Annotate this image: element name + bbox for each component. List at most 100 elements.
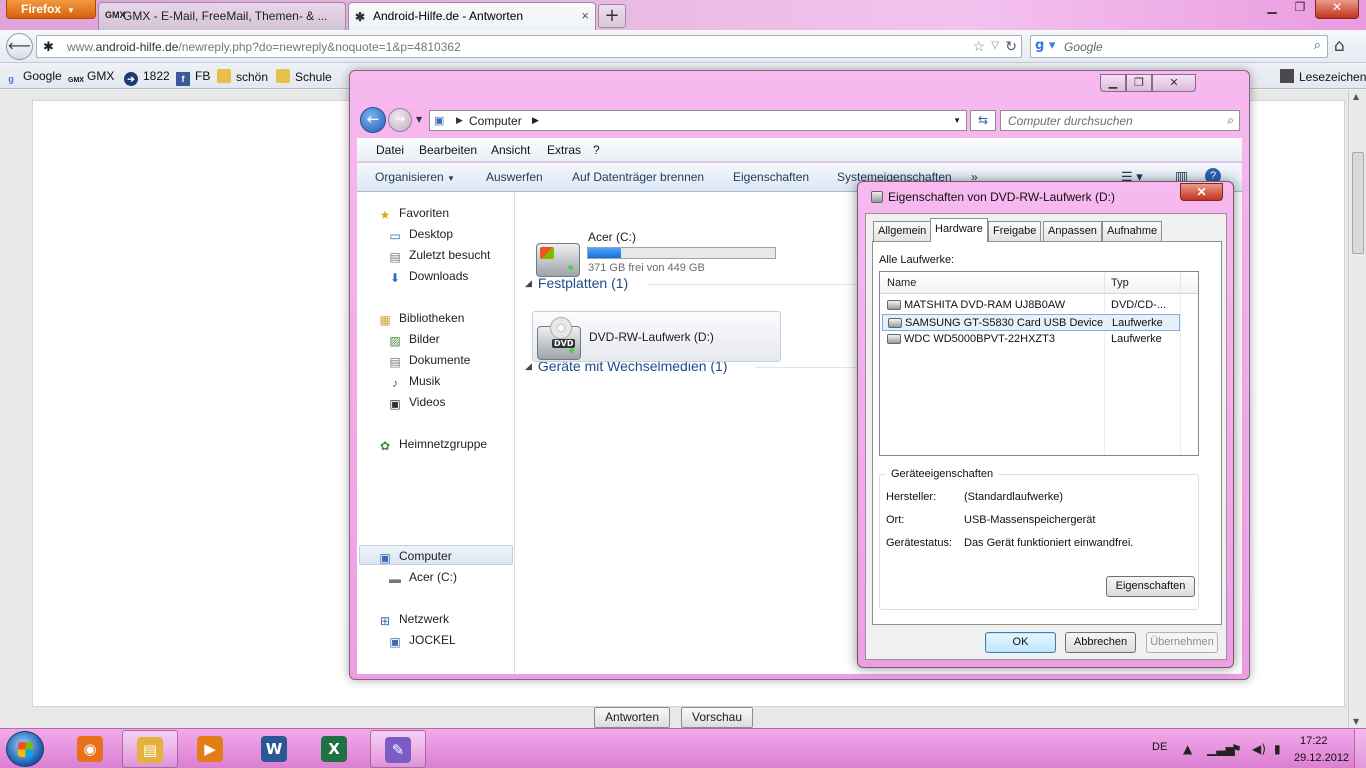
new-tab-button[interactable]: +: [598, 4, 626, 28]
explorer-address-bar[interactable]: ▣ ▶ Computer ▶ ▼: [429, 110, 967, 131]
tab-gmx[interactable]: GMX GMX - E-Mail, FreeMail, Themen- & ..…: [98, 2, 346, 30]
preview-button[interactable]: Vorschau: [681, 707, 754, 728]
tab-allgemein[interactable]: Allgemein: [873, 221, 932, 241]
explorer-search-input[interactable]: Computer durchsuchen ⌕: [1000, 110, 1240, 131]
tab-hardware[interactable]: Hardware: [930, 218, 988, 242]
minimize-button[interactable]: ▁: [1259, 0, 1285, 19]
menu-datei[interactable]: Datei: [376, 143, 404, 157]
nav-documents[interactable]: ▤ Dokumente: [387, 353, 470, 369]
ok-button[interactable]: OK: [985, 632, 1056, 653]
page-scrollbar[interactable]: ▲ ▼: [1348, 90, 1366, 728]
cmd-brennen[interactable]: Auf Datenträger brennen: [572, 170, 704, 184]
drive-row[interactable]: WDC WD5000BPVT-22HXZT3 Laufwerke: [882, 331, 1180, 348]
column-header-type[interactable]: Typ: [1111, 277, 1129, 289]
maximize-button[interactable]: ❐: [1289, 0, 1311, 19]
history-dropdown-icon[interactable]: ▽: [991, 40, 999, 51]
close-tab-icon[interactable]: ×: [581, 8, 589, 23]
dialog-close-button[interactable]: ✕: [1180, 183, 1223, 201]
explorer-close-button[interactable]: ✕: [1152, 74, 1196, 92]
site-identity-icon[interactable]: ✱: [43, 39, 54, 55]
clock-date[interactable]: 29.12.2012: [1294, 752, 1349, 764]
nav-recent[interactable]: ▤ Zuletzt besucht: [387, 248, 490, 264]
device-properties-button[interactable]: Eigenschaften: [1106, 576, 1195, 597]
tab-aufnahme[interactable]: Aufnahme: [1102, 221, 1163, 241]
bookmarks-menu[interactable]: Lesezeichen: [1280, 69, 1366, 84]
menu-extras[interactable]: Extras: [547, 143, 581, 157]
taskbar-explorer[interactable]: ▤: [122, 730, 178, 768]
recent-pages-dropdown-icon[interactable]: ▼: [416, 115, 422, 124]
back-button[interactable]: ⟵: [6, 33, 33, 60]
search-bar[interactable]: g ▾ Google ⌕: [1030, 35, 1328, 58]
collapse-triangle-icon[interactable]: ◢: [525, 278, 532, 288]
bookmark-gmx[interactable]: GMX GMX: [68, 69, 114, 88]
address-path[interactable]: Computer: [469, 114, 522, 128]
drive-row[interactable]: MATSHITA DVD-RAM UJ8B0AW DVD/CD-...: [882, 297, 1180, 314]
explorer-maximize-button[interactable]: ❐: [1126, 74, 1152, 92]
explorer-refresh-button[interactable]: ⇆: [970, 110, 996, 131]
explorer-back-button[interactable]: ←: [360, 107, 386, 133]
submit-reply-button[interactable]: Antworten: [594, 707, 671, 728]
nav-drive-c[interactable]: ▬ Acer (C:): [387, 570, 457, 586]
nav-network[interactable]: ⊞ Netzwerk: [377, 612, 449, 628]
bookmark-folder-schule[interactable]: Schule: [276, 69, 332, 84]
collapse-triangle-icon[interactable]: ◢: [525, 361, 532, 371]
tab-freigabe[interactable]: Freigabe: [988, 221, 1042, 241]
drive-d-tile[interactable]: DVD DVD-RW-Laufwerk (D:): [532, 311, 781, 362]
bookmark-google[interactable]: g Google: [4, 69, 61, 86]
nav-pictures[interactable]: ▨ Bilder: [387, 332, 439, 348]
menu-help[interactable]: ?: [593, 143, 600, 157]
nav-videos[interactable]: ▣ Videos: [387, 395, 445, 411]
taskbar-excel[interactable]: X: [306, 730, 362, 768]
show-desktop-button[interactable]: [1354, 729, 1366, 768]
firefox-menu-button[interactable]: Firefox ▼: [6, 0, 96, 19]
battery-icon[interactable]: ▮: [1274, 742, 1281, 756]
action-center-flag-icon[interactable]: ⚑: [1231, 742, 1242, 756]
explorer-forward-button[interactable]: →: [388, 108, 412, 132]
clock-time[interactable]: 17:22: [1300, 735, 1328, 747]
google-engine-icon[interactable]: g ▾: [1035, 38, 1055, 53]
bookmark-star-icon[interactable]: ☆: [972, 38, 985, 55]
bookmark-1822[interactable]: ➔ 1822: [124, 69, 170, 86]
menu-ansicht[interactable]: Ansicht: [491, 143, 530, 157]
column-header-name[interactable]: Name: [887, 277, 916, 289]
url-bar[interactable]: ✱ www.android-hilfe.de/newreply.php?do=n…: [36, 35, 1022, 58]
breadcrumb-chevron-icon[interactable]: ▶: [456, 115, 463, 126]
scroll-up-icon[interactable]: ▲: [1353, 92, 1359, 101]
breadcrumb-chevron-icon[interactable]: ▶: [532, 115, 539, 126]
menu-bearbeiten[interactable]: Bearbeiten: [419, 143, 477, 157]
nav-computer[interactable]: ▣ Computer: [377, 549, 451, 565]
drive-row[interactable]: SAMSUNG GT-S5830 Card USB Device Laufwerk…: [882, 314, 1180, 331]
cmd-organisieren[interactable]: Organisieren ▼: [375, 170, 455, 184]
tab-android-hilfe[interactable]: ✱ Android-Hilfe.de - Antworten ×: [348, 2, 596, 30]
cancel-button[interactable]: Abbrechen: [1065, 632, 1136, 653]
scroll-down-icon[interactable]: ▼: [1353, 717, 1359, 726]
nav-desktop[interactable]: ▭ Desktop: [387, 227, 453, 243]
nav-downloads[interactable]: ⬇ Downloads: [387, 269, 468, 285]
address-dropdown-icon[interactable]: ▼: [953, 116, 961, 125]
search-icon[interactable]: ⌕: [1314, 38, 1321, 53]
nav-libraries[interactable]: ▦ Bibliotheken: [377, 311, 464, 327]
cmd-eigenschaften[interactable]: Eigenschaften: [733, 170, 809, 184]
tray-expand-icon[interactable]: ▲: [1183, 742, 1192, 756]
taskbar-word[interactable]: W: [246, 730, 302, 768]
reload-icon[interactable]: ↻: [1005, 38, 1017, 55]
taskbar-media-player[interactable]: ▶: [182, 730, 238, 768]
apply-button[interactable]: Übernehmen: [1146, 632, 1218, 653]
scrollbar-thumb[interactable]: [1352, 152, 1364, 254]
taskbar-paint[interactable]: ✎: [370, 730, 426, 768]
close-window-button[interactable]: ✕: [1315, 0, 1359, 19]
input-language-indicator[interactable]: DE: [1152, 741, 1167, 753]
nav-favorites[interactable]: ★ Favoriten: [377, 206, 449, 222]
volume-icon[interactable]: ◀): [1252, 742, 1266, 756]
nav-jockel[interactable]: ▣ JOCKEL: [387, 633, 455, 649]
nav-homegroup[interactable]: ✿ Heimnetzgruppe: [377, 437, 487, 453]
bookmark-fb[interactable]: f FB: [176, 69, 210, 86]
explorer-minimize-button[interactable]: ▁: [1100, 74, 1126, 92]
bookmark-folder-schoen[interactable]: schön: [217, 69, 268, 84]
cmd-auswerfen[interactable]: Auswerfen: [486, 170, 543, 184]
home-button[interactable]: ⌂: [1334, 36, 1345, 56]
tab-anpassen[interactable]: Anpassen: [1043, 221, 1102, 241]
drive-list[interactable]: Name Typ MATSHITA DVD-RAM UJ8B0AW DVD/CD-…: [879, 271, 1199, 456]
section-hard-disks[interactable]: ◢ Festplatten (1): [525, 275, 628, 291]
nav-music[interactable]: ♪ Musik: [387, 374, 440, 390]
